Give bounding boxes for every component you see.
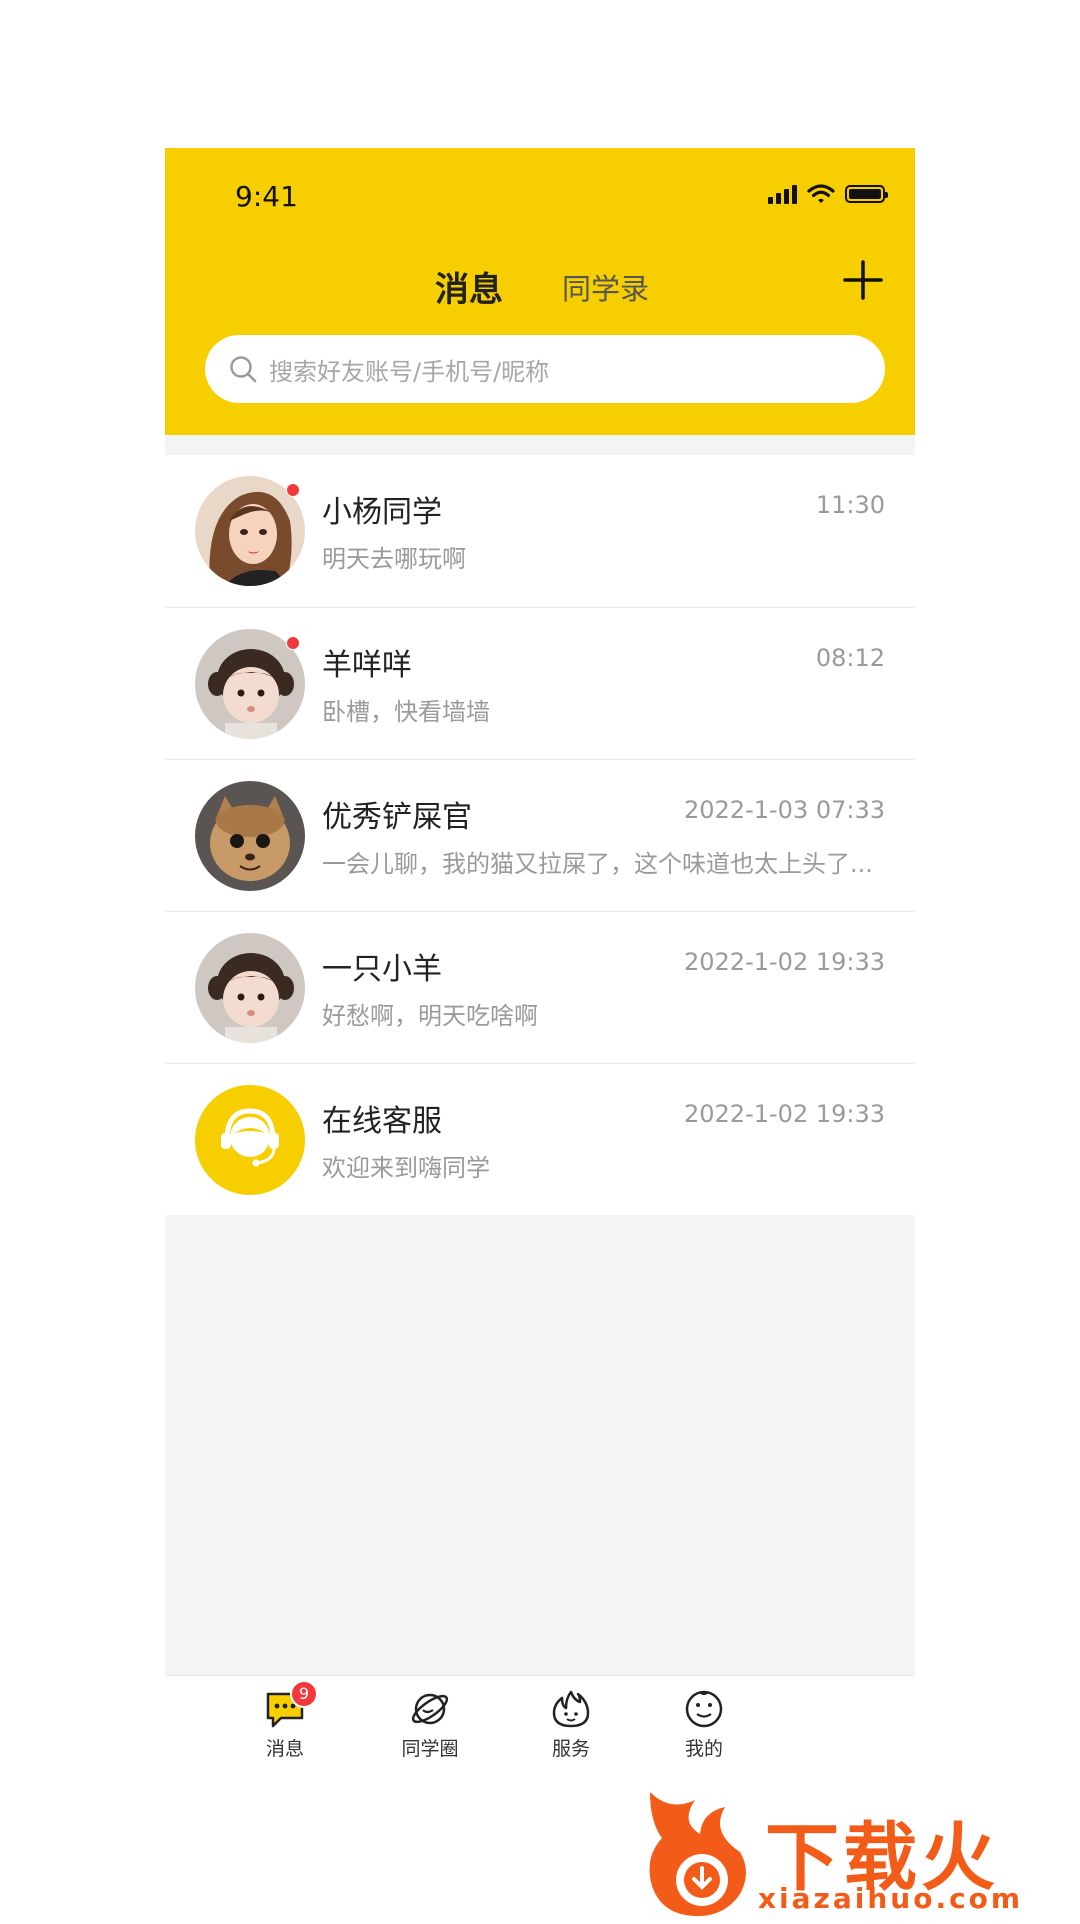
signal-icon — [768, 184, 797, 204]
watermark-url: xiazaihuo.com — [758, 1882, 1024, 1915]
top-tabs: 消息 同学录 — [165, 256, 915, 312]
baby-photo-avatar — [195, 933, 305, 1043]
flame-icon — [552, 1690, 590, 1728]
search-input[interactable]: 搜索好友账号/手机号/昵称 — [205, 335, 885, 403]
tabbar-label: 消息 — [265, 1738, 304, 1760]
conversation-row[interactable]: 在线客服 2022-1-02 19:33 欢迎来到嗨同学 — [165, 1063, 915, 1215]
conversation-row[interactable]: 羊咩咩 08:12 卧槽，快看墙墙 — [165, 607, 915, 759]
customer-service-icon — [195, 1085, 305, 1195]
tabbar-label: 我的 — [684, 1738, 723, 1760]
conversation-time: 11:30 — [815, 491, 885, 519]
conversation-preview: 明天去哪玩啊 — [322, 545, 466, 573]
search-icon — [230, 356, 257, 383]
status-time: 9:41 — [235, 180, 298, 213]
conversation-preview: 好愁啊，明天吃啥啊 — [322, 1002, 538, 1030]
unread-dot — [286, 636, 300, 650]
header: 9:41 消息 同学录 搜索好友账号/手机号/昵称 — [165, 148, 915, 435]
conversation-preview: 卧槽，快看墙墙 — [322, 698, 490, 726]
bottom-tab-bar: 9 消息 同学圈 服务 我的 — [165, 1675, 915, 1769]
conversation-preview: 一会儿聊，我的猫又拉屎了，这个味道也太上头了... — [322, 850, 873, 878]
status-icons — [768, 182, 888, 206]
tabbar-label: 同学圈 — [401, 1738, 459, 1760]
conversation-row[interactable]: 小杨同学 11:30 明天去哪玩啊 — [165, 455, 915, 607]
flame-logo-icon — [649, 1792, 746, 1916]
conversation-name: 羊咩咩 — [322, 648, 412, 683]
tab-messages[interactable]: 消息 — [435, 262, 503, 311]
conversation-row[interactable]: 一只小羊 2022-1-02 19:33 好愁啊，明天吃啥啊 — [165, 911, 915, 1063]
battery-icon — [845, 185, 888, 203]
planet-icon — [411, 1693, 449, 1725]
tabbar-item-profile[interactable]: 我的 — [659, 1688, 749, 1761]
tabbar-item-services[interactable]: 服务 — [526, 1688, 616, 1761]
tab-classmates[interactable]: 同学录 — [562, 266, 649, 308]
conversation-time: 2022-1-03 07:33 — [684, 796, 885, 824]
conversation-time: 2022-1-02 19:33 — [684, 948, 885, 976]
cat-photo-avatar — [195, 781, 305, 891]
tabbar-item-moments[interactable]: 同学圈 — [385, 1688, 475, 1761]
conversation-row[interactable]: 优秀铲屎官 2022-1-03 07:33 一会儿聊，我的猫又拉屎了，这个味道也… — [165, 759, 915, 911]
conversation-name: 小杨同学 — [322, 495, 442, 530]
conversation-preview: 欢迎来到嗨同学 — [322, 1154, 490, 1182]
conversation-name: 在线客服 — [322, 1104, 442, 1139]
search-placeholder: 搜索好友账号/手机号/昵称 — [269, 357, 550, 386]
conversation-name: 优秀铲屎官 — [322, 800, 472, 835]
conversation-time: 08:12 — [815, 644, 885, 672]
unread-dot — [286, 483, 300, 497]
tabbar-item-messages[interactable]: 9 消息 — [240, 1680, 330, 1761]
wifi-icon — [807, 184, 835, 203]
face-icon — [685, 1690, 723, 1728]
conversation-list: 小杨同学 11:30 明天去哪玩啊 羊咩咩 08:12 卧槽，快看墙墙 优秀铲屎… — [165, 455, 915, 1215]
tabbar-label: 服务 — [551, 1738, 590, 1760]
app-screen: 9:41 消息 同学录 搜索好友账号/手机号/昵称 小杨同学 11:30 明天去… — [165, 148, 915, 1769]
site-watermark: 下载火 xiazaihuo.com — [640, 1782, 1080, 1920]
unread-count-badge: 9 — [290, 1680, 318, 1708]
plus-icon[interactable] — [841, 258, 885, 302]
conversation-name: 一只小羊 — [322, 952, 442, 987]
conversation-time: 2022-1-02 19:33 — [684, 1100, 885, 1128]
